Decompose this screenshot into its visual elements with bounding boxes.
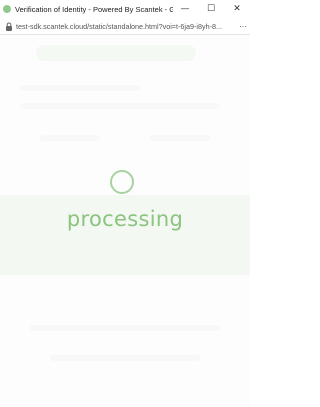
address-bar[interactable]: test-sdk.scantek.cloud/static/standalone… xyxy=(0,18,250,35)
page-content: processing xyxy=(0,35,250,407)
browser-window: Verification of Identity - Powered By Sc… xyxy=(0,0,250,407)
close-button[interactable]: ✕ xyxy=(224,0,250,18)
more-options-icon[interactable]: ⋯ xyxy=(239,21,247,31)
loading-overlay: processing xyxy=(0,35,250,407)
site-favicon-icon xyxy=(3,5,11,13)
url-text[interactable]: test-sdk.scantek.cloud/static/standalone… xyxy=(16,22,238,31)
window-controls: — ☐ ✕ xyxy=(172,0,250,18)
window-title: Verification of Identity - Powered By Sc… xyxy=(15,4,173,14)
minimize-button[interactable]: — xyxy=(172,0,198,18)
maximize-button[interactable]: ☐ xyxy=(198,0,224,18)
lock-icon[interactable] xyxy=(4,22,13,31)
processing-label: processing xyxy=(66,207,184,231)
title-bar[interactable]: Verification of Identity - Powered By Sc… xyxy=(0,0,250,19)
loading-spinner-icon xyxy=(110,170,134,194)
